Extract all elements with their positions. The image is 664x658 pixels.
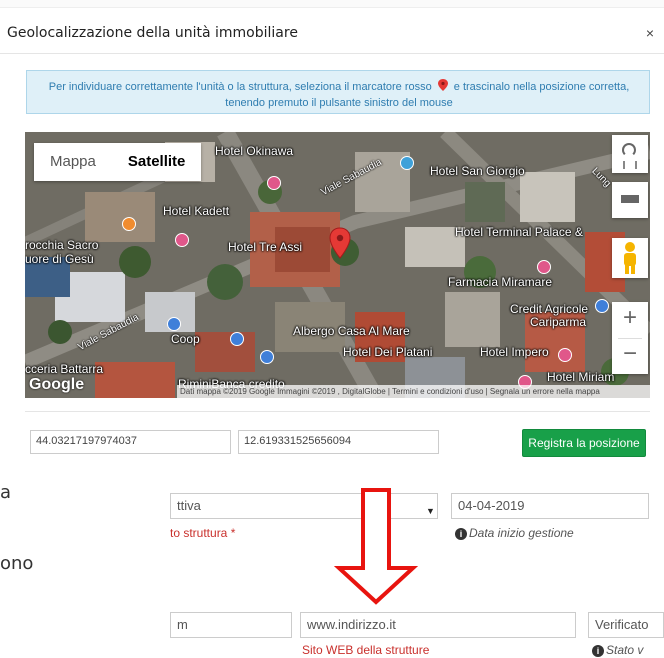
tilt-icon — [621, 195, 639, 203]
modal-header: Geolocalizzazione della unità immobiliar… — [0, 12, 664, 54]
rotate-control[interactable] — [612, 135, 648, 173]
date-help-label: Data inizio gestione — [469, 526, 574, 540]
pegman-control[interactable] — [612, 238, 648, 278]
map-pin-icon — [437, 79, 448, 91]
latitude-field[interactable]: 44.03217197974037 — [30, 430, 231, 454]
rotate-icon — [622, 143, 636, 157]
map-label-church: rocchia Sacro — [25, 238, 99, 252]
close-button[interactable]: × — [642, 24, 658, 42]
management-start-date-field[interactable]: 04-04-2019 — [451, 493, 649, 519]
bank-poi-icon — [260, 350, 274, 364]
hotel-poi-icon — [267, 176, 281, 190]
map-label-hotel: Hotel Dei Platani — [343, 345, 433, 359]
map-type-map-button[interactable]: Mappa — [34, 143, 112, 181]
tilt-control[interactable] — [612, 182, 648, 218]
status-help-text: i Stato v — [592, 643, 643, 657]
website-field[interactable]: www.indirizzo.it — [300, 612, 576, 638]
restaurant-poi-icon — [122, 217, 136, 231]
satellite-map[interactable]: Mappa Satellite Hotel Okinawa Hotel San … — [25, 132, 650, 398]
background-header-strip — [0, 0, 664, 8]
info-text-part-1: Per individuare correttamente l'unità o … — [48, 81, 432, 93]
info-circle-icon: i — [455, 528, 467, 540]
google-logo: Google — [29, 376, 85, 393]
map-label-bank: Credit Agricole — [510, 302, 589, 316]
date-help-text: i Data inizio gestione — [455, 526, 574, 540]
map-label-hotel: Hotel Kadett — [163, 204, 230, 218]
map-label-hotel: Hotel Miriam — [547, 370, 615, 384]
info-circle-icon: i — [592, 645, 604, 657]
shop-poi-icon — [167, 317, 181, 331]
background-text-fragment: a — [0, 482, 12, 503]
map-label-hotel: Hotel Impero — [480, 345, 549, 359]
status-help-label: Stato v — [606, 643, 644, 657]
map-label-pharmacy: Farmacia Miramare — [448, 275, 553, 289]
map-type-satellite-button[interactable]: Satellite — [112, 143, 202, 181]
map-label-bank: Cariparma — [530, 315, 587, 329]
page-root: a ono Geolocalizzazione della unità immo… — [0, 0, 664, 658]
bank-poi-icon — [595, 299, 609, 313]
map-label-hotel: Hotel Tre Assi — [228, 240, 303, 254]
hotel-poi-icon — [558, 348, 572, 362]
modal-title: Geolocalizzazione della unità immobiliar… — [7, 25, 298, 41]
map-type-control: Mappa Satellite — [34, 143, 202, 181]
map-label-hotel: Hotel Terminal Palace & — [455, 225, 583, 239]
map-label-hotel: Hotel Okinawa — [215, 144, 294, 158]
map-label-hotel: Hotel San Giorgio — [430, 164, 525, 178]
info-alert: Per individuare correttamente l'unità o … — [26, 70, 650, 114]
save-position-button[interactable]: Registra la posizione — [522, 429, 646, 457]
map-label-restaurant: cceria Battarra — [25, 362, 104, 376]
map-label-church: uore di Gesù — [25, 252, 94, 266]
pharmacy-poi-icon — [537, 260, 551, 274]
info-line-2: tenendo premuto il pulsante sinistro del… — [225, 97, 453, 109]
map-attribution[interactable]: Dati mappa ©2019 Google Immagini ©2019 ,… — [177, 385, 650, 398]
info-text-part-2: e trascinalo nella posizione corretta, — [453, 81, 630, 93]
fullscreen-icon — [623, 161, 637, 169]
zoom-divider — [618, 338, 642, 339]
transit-poi-icon — [400, 156, 414, 170]
geolocation-modal: Geolocalizzazione della unità immobiliar… — [0, 12, 664, 457]
hotel-poi-icon — [175, 233, 189, 247]
down-arrow-icon — [333, 488, 419, 605]
shop-poi-icon — [230, 332, 244, 346]
map-label-hotel: Albergo Casa Al Mare — [293, 324, 410, 338]
pegman-icon — [624, 242, 636, 274]
verification-status-field[interactable]: Verificato — [588, 612, 664, 638]
longitude-field[interactable]: 12.619331525656094 — [238, 430, 439, 454]
zoom-control: + − — [612, 302, 648, 374]
modal-divider — [25, 411, 650, 412]
website-field-label: Sito WEB della strutture — [302, 643, 430, 657]
structure-field-label: to struttura * — [170, 526, 236, 540]
chevron-down-icon: ▼ — [426, 506, 435, 516]
zoom-in-button[interactable]: + — [612, 304, 648, 332]
zoom-out-button[interactable]: − — [612, 340, 648, 368]
email-field[interactable]: m — [170, 612, 292, 638]
background-text-fragment-2: ono — [0, 553, 34, 574]
info-line-1: Per individuare correttamente l'unità o … — [27, 79, 651, 93]
map-label-shop: Coop — [171, 332, 200, 346]
